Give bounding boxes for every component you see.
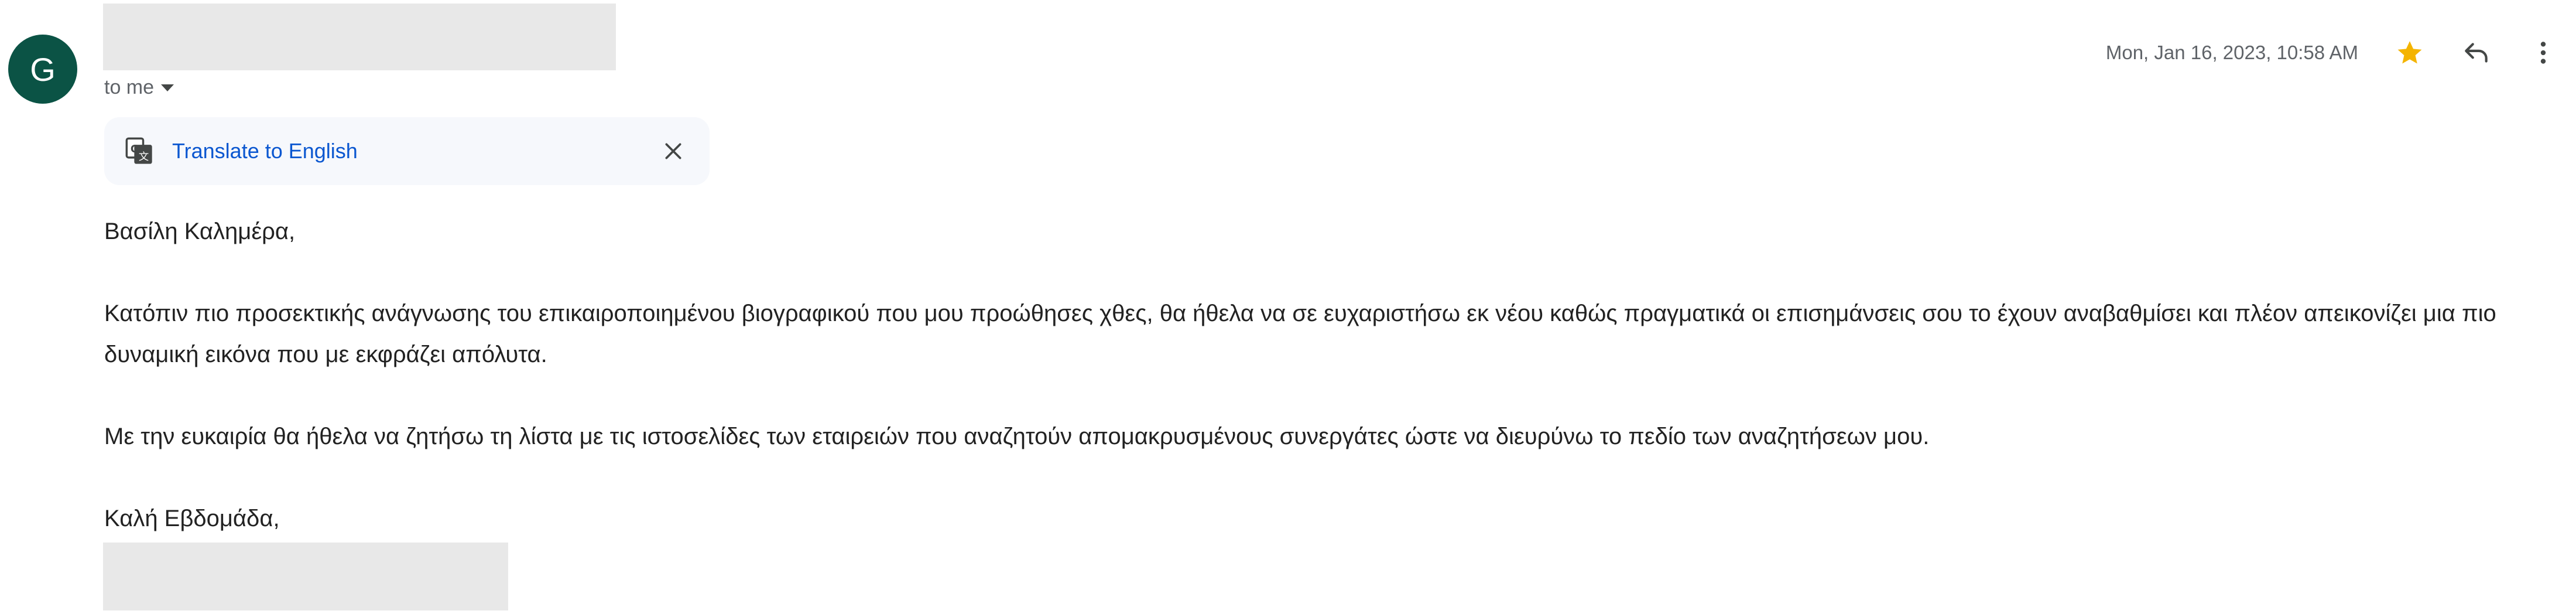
translate-banner: G 文 Translate to English <box>104 117 710 185</box>
message-date: Mon, Jan 16, 2023, 10:58 AM <box>2105 42 2358 63</box>
recipient-label: to me <box>104 76 155 98</box>
message-signoff: Καλή Εβδομάδα, <box>104 506 280 531</box>
translate-to-english-link[interactable]: Translate to English <box>172 117 358 185</box>
message-body: Βασίλη Καλημέρα, Κατόπιν πιο προσεκτικής… <box>104 211 2540 539</box>
sender-name-redacted <box>103 4 616 70</box>
message-paragraph-2: Με την ευκαιρία θα ήθελα να ζητήσω τη λί… <box>104 424 1930 449</box>
translate-icon: G 文 <box>125 137 152 164</box>
translate-close-button[interactable] <box>656 134 691 169</box>
recipient-details-toggle[interactable]: to me <box>104 73 174 102</box>
more-options-button[interactable] <box>2521 30 2565 75</box>
avatar-letter: G <box>30 50 56 88</box>
svg-text:文: 文 <box>139 151 149 163</box>
reply-icon <box>2465 43 2488 63</box>
sender-avatar[interactable]: G <box>8 35 77 104</box>
caret-down-icon <box>161 84 174 91</box>
close-icon <box>665 143 681 159</box>
more-vert-icon <box>2540 42 2546 64</box>
message-paragraph-1: Κατόπιν πιο προσεκτικής ανάγνωσης του επ… <box>104 301 2496 367</box>
message-header-actions: Mon, Jan 16, 2023, 10:58 AM <box>2106 30 2576 75</box>
star-button[interactable] <box>2387 30 2432 75</box>
message-greeting: Βασίλη Καλημέρα, <box>104 219 296 244</box>
reply-button[interactable] <box>2454 30 2499 75</box>
star-icon <box>2397 41 2422 64</box>
svg-text:G: G <box>131 144 139 155</box>
signature-redacted <box>103 543 508 610</box>
